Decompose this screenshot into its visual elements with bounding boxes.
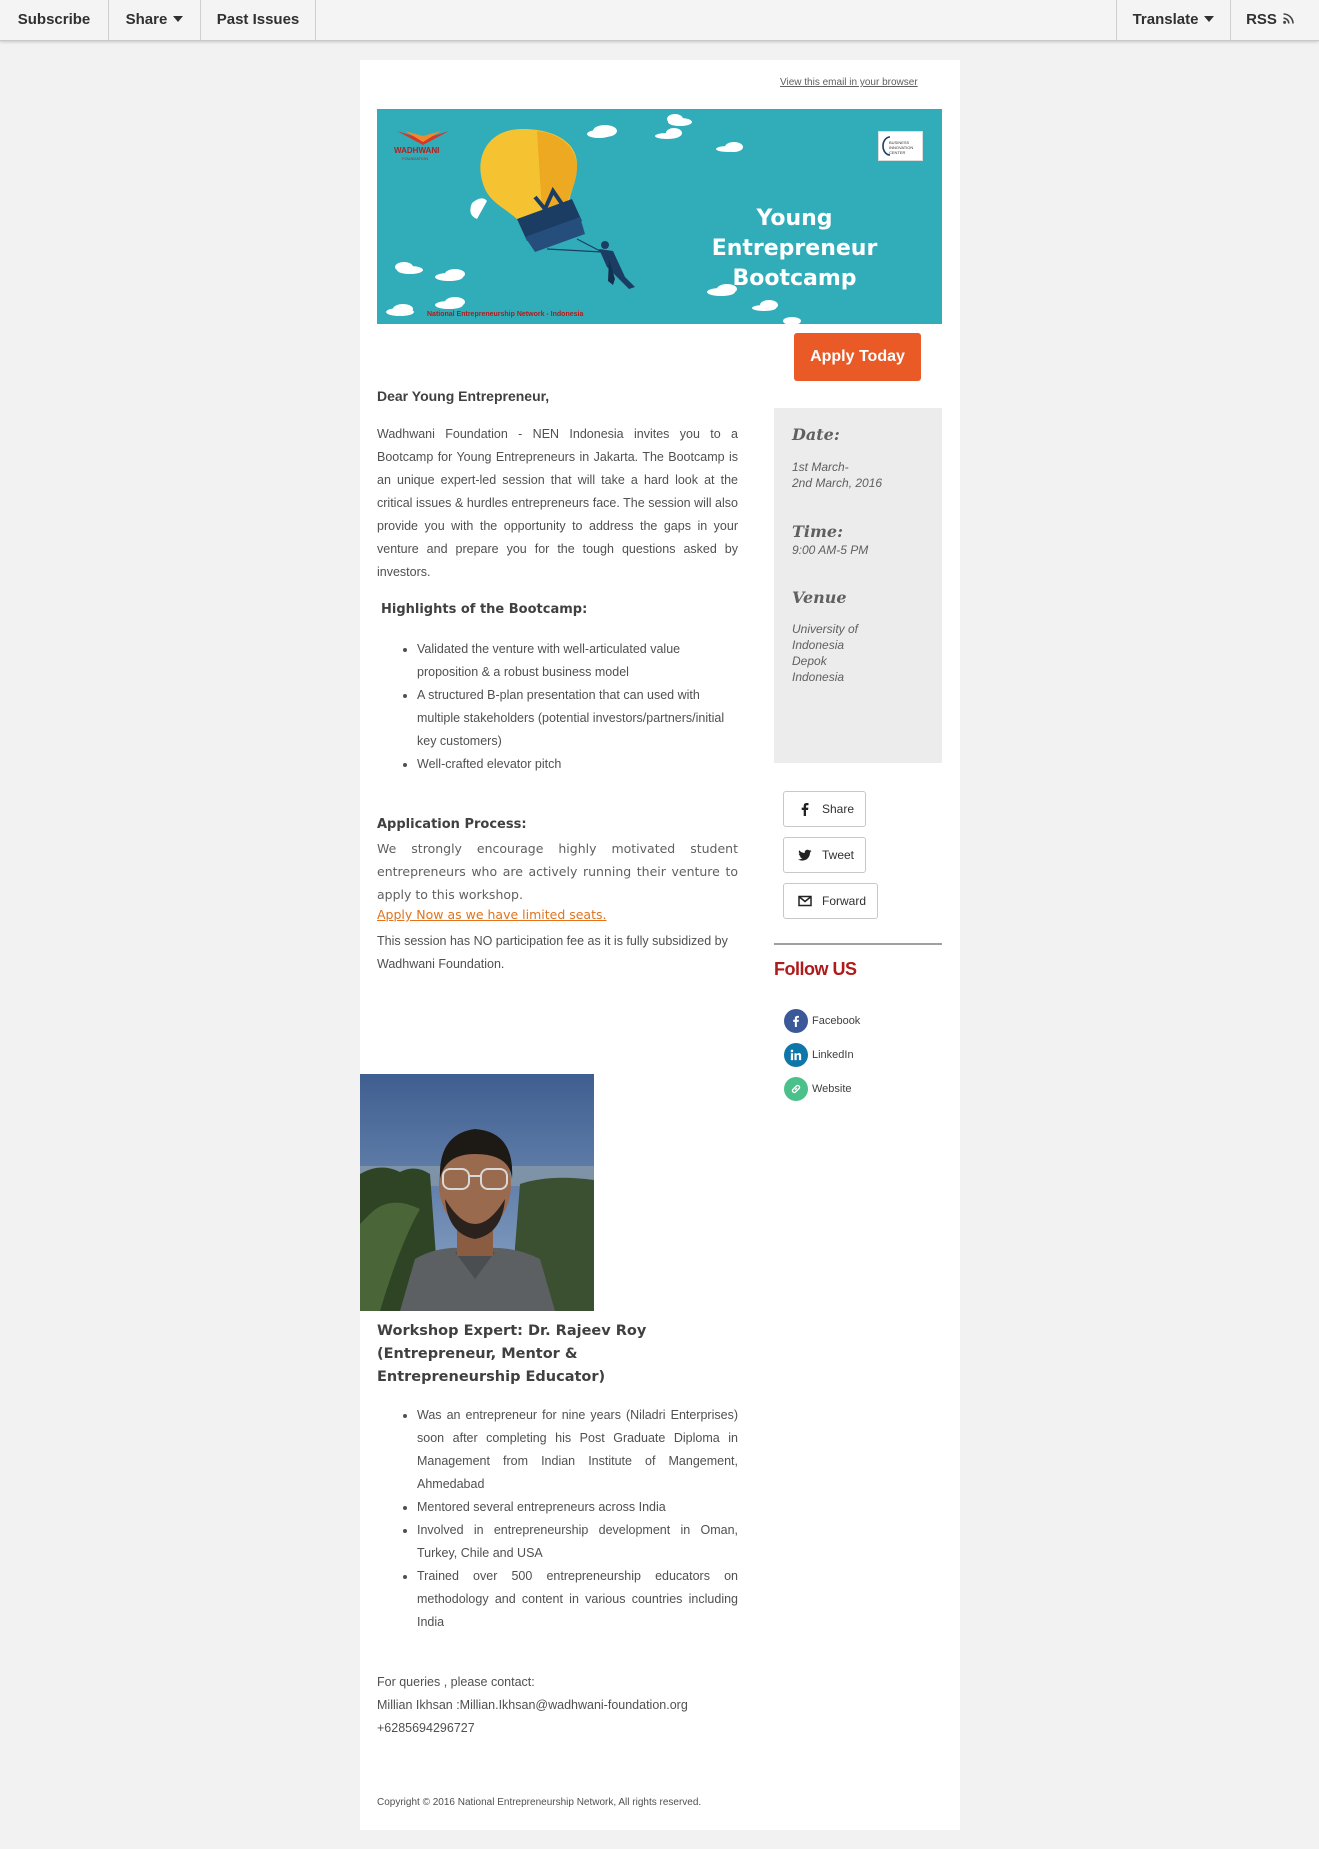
expert-title: Workshop Expert: Dr. Rajeev Roy (Entrepr…: [377, 1323, 647, 1385]
follow-divider: [774, 943, 942, 945]
share-menu[interactable]: Share: [109, 0, 200, 40]
translate-menu[interactable]: Translate: [1117, 0, 1230, 40]
forward-button-label: Forward: [822, 894, 867, 908]
highlights-heading: Highlights of the Bootcamp:: [381, 602, 588, 617]
facebook-label: Facebook: [812, 1015, 861, 1027]
business-innovation-center-logo: BUSINESS INNOVATION CENTER: [878, 131, 923, 161]
venue-label: Venue: [792, 588, 847, 607]
wadhwani-logo: WADHWANI: [394, 146, 440, 155]
highlights-list: Validated the venture with well-articula…: [417, 638, 738, 776]
subscribe-link[interactable]: Subscribe: [0, 0, 108, 40]
twitter-icon: [798, 849, 812, 861]
list-item: Was an entrepreneur for nine years (Nila…: [417, 1404, 738, 1496]
list-item: Well-crafted elevator pitch: [417, 753, 738, 776]
expert-photo: [360, 1074, 594, 1311]
wadhwani-logo-sub: FOUNDATION: [402, 156, 429, 161]
event-info-box: Date: 1st March- 2nd March, 2016 Time: 9…: [774, 408, 942, 763]
facebook-icon: [801, 803, 809, 816]
follow-facebook-link[interactable]: Facebook: [784, 1009, 860, 1033]
list-item: Mentored several entrepreneurs across In…: [417, 1496, 738, 1519]
past-issues-link[interactable]: Past Issues: [201, 0, 315, 40]
translate-label: Translate: [1132, 11, 1199, 28]
link-icon: [784, 1077, 808, 1101]
contact-intro: For queries , please contact:: [377, 1675, 535, 1689]
expert-points-list: Was an entrepreneur for nine years (Nila…: [417, 1404, 738, 1634]
application-text: We strongly encourage highly motivated s…: [377, 841, 738, 902]
share-menu-label: Share: [125, 11, 168, 28]
share-button[interactable]: Share: [783, 791, 866, 827]
venue-value: University of Indonesia Depok Indonesia: [792, 622, 859, 684]
bic-logo-text: BUSINESS INNOVATION CENTER: [889, 140, 914, 155]
list-item: A structured B-plan presentation that ca…: [417, 684, 738, 753]
envelope-icon: [798, 895, 812, 907]
rss-label: RSS: [1246, 11, 1277, 28]
tweet-button[interactable]: Tweet: [783, 837, 866, 873]
greeting: Dear Young Entrepreneur,: [377, 388, 550, 404]
date-value: 1st March- 2nd March, 2016: [792, 460, 883, 490]
follow-linkedin-link[interactable]: LinkedIn: [784, 1043, 854, 1067]
follow-website-link[interactable]: Website: [784, 1077, 852, 1101]
contact-phone: +6285694296727: [377, 1721, 475, 1735]
banner-footer-text: National Entrepreneurship Network - Indo…: [427, 311, 584, 318]
rss-link[interactable]: RSS: [1231, 0, 1309, 40]
list-item: Validated the venture with well-articula…: [417, 638, 738, 684]
share-button-label: Share: [822, 802, 855, 816]
date-label: Date:: [792, 425, 840, 444]
follow-us-heading: Follow US: [774, 959, 857, 979]
chevron-down-icon: [1204, 16, 1215, 22]
time-label: Time:: [792, 522, 843, 541]
list-item: Trained over 500 entrepreneurship educat…: [417, 1565, 738, 1634]
linkedin-icon: [784, 1043, 808, 1067]
time-value: 9:00 AM-5 PM: [792, 543, 869, 557]
bootcamp-banner: WADHWANI FOUNDATION BUSINESS INNOVATION …: [377, 109, 942, 324]
facebook-icon: [784, 1009, 808, 1033]
apply-now-link[interactable]: Apply Now as we have limited seats.: [377, 907, 606, 922]
apply-today-button[interactable]: Apply Today: [794, 333, 921, 381]
application-heading: Application Process:: [377, 817, 527, 832]
participation-fee-text: This session has NO participation fee as…: [377, 934, 728, 971]
tweet-button-label: Tweet: [822, 848, 855, 862]
view-in-browser-link[interactable]: View this email in your browser: [780, 77, 918, 88]
website-label: Website: [812, 1083, 852, 1095]
list-item: Involved in entrepreneurship development…: [417, 1519, 738, 1565]
rss-icon: [1283, 13, 1294, 24]
intro-paragraph: Wadhwani Foundation - NEN Indonesia invi…: [377, 427, 738, 579]
contact-email: Millian Ikhsan :Millian.Ikhsan@wadhwani-…: [377, 1698, 688, 1712]
top-nav-bar: Subscribe Share Past Issues Translate RS…: [0, 0, 1319, 41]
nav-divider: [315, 0, 316, 40]
banner-title: Young Entrepreneur Bootcamp: [711, 206, 878, 291]
subscribe-label: Subscribe: [17, 11, 91, 28]
chevron-down-icon: [173, 16, 184, 22]
linkedin-label: LinkedIn: [812, 1049, 854, 1061]
copyright-text: Copyright © 2016 National Entrepreneursh…: [377, 1797, 702, 1808]
forward-button[interactable]: Forward: [783, 883, 878, 919]
past-issues-label: Past Issues: [216, 11, 300, 28]
wadhwani-logo-icon: [397, 131, 449, 145]
contact-block: For queries , please contact: Millian Ik…: [377, 1671, 688, 1740]
